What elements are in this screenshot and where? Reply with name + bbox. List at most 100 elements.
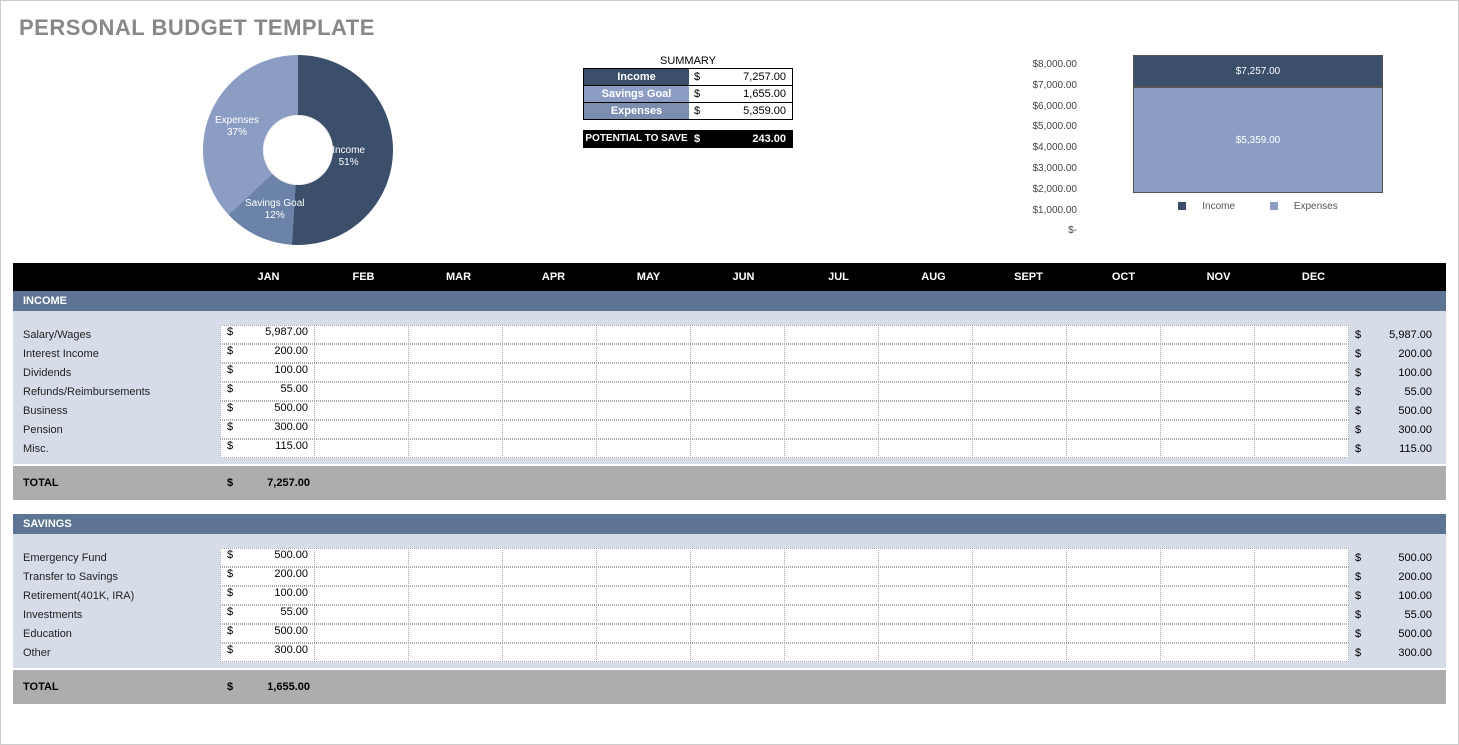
data-cell[interactable] — [690, 344, 785, 363]
data-cell[interactable] — [596, 643, 691, 662]
data-cell[interactable] — [1160, 344, 1255, 363]
data-cell[interactable]: $300.00 — [220, 643, 315, 662]
data-cell[interactable] — [1066, 605, 1161, 624]
data-cell[interactable] — [408, 586, 503, 605]
data-cell[interactable] — [502, 363, 597, 382]
data-cell[interactable] — [690, 586, 785, 605]
data-cell[interactable] — [408, 344, 503, 363]
data-cell[interactable] — [408, 624, 503, 643]
data-cell[interactable]: $500.00 — [220, 548, 315, 567]
data-cell[interactable] — [1066, 382, 1161, 401]
data-cell[interactable] — [1254, 586, 1349, 605]
data-cell[interactable] — [878, 439, 973, 458]
data-cell[interactable]: $100.00 — [220, 363, 315, 382]
data-cell[interactable] — [408, 439, 503, 458]
data-cell[interactable] — [1160, 401, 1255, 420]
data-cell[interactable] — [972, 401, 1067, 420]
data-cell[interactable] — [878, 325, 973, 344]
data-cell[interactable] — [972, 439, 1067, 458]
data-cell[interactable] — [502, 325, 597, 344]
data-cell[interactable] — [1254, 548, 1349, 567]
data-cell[interactable] — [502, 643, 597, 662]
data-cell[interactable] — [314, 624, 409, 643]
data-cell[interactable] — [1066, 586, 1161, 605]
data-cell[interactable] — [972, 363, 1067, 382]
data-cell[interactable] — [1160, 548, 1255, 567]
data-cell[interactable] — [690, 567, 785, 586]
data-cell[interactable] — [596, 382, 691, 401]
data-cell[interactable] — [502, 382, 597, 401]
data-cell[interactable] — [314, 401, 409, 420]
data-cell[interactable] — [1254, 624, 1349, 643]
data-cell[interactable] — [1160, 586, 1255, 605]
data-cell[interactable] — [1160, 325, 1255, 344]
data-cell[interactable] — [878, 363, 973, 382]
data-cell[interactable] — [1254, 439, 1349, 458]
data-cell[interactable] — [1254, 344, 1349, 363]
data-cell[interactable]: $500.00 — [220, 624, 315, 643]
data-cell[interactable] — [1160, 439, 1255, 458]
data-cell[interactable] — [1254, 567, 1349, 586]
data-cell[interactable] — [972, 567, 1067, 586]
data-cell[interactable] — [784, 401, 879, 420]
data-cell[interactable] — [1066, 643, 1161, 662]
data-cell[interactable] — [690, 401, 785, 420]
data-cell[interactable] — [1066, 363, 1161, 382]
data-cell[interactable] — [596, 605, 691, 624]
data-cell[interactable] — [502, 624, 597, 643]
data-cell[interactable]: $200.00 — [220, 567, 315, 586]
data-cell[interactable] — [690, 325, 785, 344]
data-cell[interactable] — [972, 344, 1067, 363]
data-cell[interactable]: $55.00 — [220, 605, 315, 624]
data-cell[interactable] — [1066, 420, 1161, 439]
data-cell[interactable] — [314, 325, 409, 344]
data-cell[interactable] — [408, 401, 503, 420]
data-cell[interactable] — [314, 382, 409, 401]
data-cell[interactable] — [972, 586, 1067, 605]
data-cell[interactable] — [596, 363, 691, 382]
data-cell[interactable] — [1254, 420, 1349, 439]
data-cell[interactable] — [596, 401, 691, 420]
data-cell[interactable] — [784, 363, 879, 382]
data-cell[interactable] — [502, 420, 597, 439]
data-cell[interactable] — [878, 420, 973, 439]
data-cell[interactable] — [784, 382, 879, 401]
data-cell[interactable] — [502, 567, 597, 586]
data-cell[interactable] — [314, 363, 409, 382]
data-cell[interactable] — [408, 605, 503, 624]
data-cell[interactable] — [784, 439, 879, 458]
data-cell[interactable] — [1160, 382, 1255, 401]
data-cell[interactable] — [1160, 363, 1255, 382]
data-cell[interactable] — [408, 548, 503, 567]
data-cell[interactable] — [314, 439, 409, 458]
data-cell[interactable] — [314, 567, 409, 586]
data-cell[interactable] — [596, 325, 691, 344]
data-cell[interactable] — [690, 605, 785, 624]
data-cell[interactable] — [690, 624, 785, 643]
data-cell[interactable] — [690, 382, 785, 401]
data-cell[interactable] — [1160, 420, 1255, 439]
data-cell[interactable] — [972, 605, 1067, 624]
data-cell[interactable] — [1066, 325, 1161, 344]
data-cell[interactable] — [408, 363, 503, 382]
data-cell[interactable] — [784, 624, 879, 643]
data-cell[interactable] — [784, 605, 879, 624]
data-cell[interactable] — [972, 643, 1067, 662]
data-cell[interactable] — [1160, 624, 1255, 643]
data-cell[interactable] — [878, 624, 973, 643]
data-cell[interactable] — [502, 344, 597, 363]
data-cell[interactable] — [314, 344, 409, 363]
data-cell[interactable] — [878, 643, 973, 662]
data-cell[interactable]: $500.00 — [220, 401, 315, 420]
data-cell[interactable] — [1066, 439, 1161, 458]
data-cell[interactable] — [784, 344, 879, 363]
data-cell[interactable] — [596, 344, 691, 363]
data-cell[interactable] — [502, 605, 597, 624]
data-cell[interactable] — [690, 363, 785, 382]
data-cell[interactable] — [690, 420, 785, 439]
data-cell[interactable] — [1254, 382, 1349, 401]
data-cell[interactable] — [502, 439, 597, 458]
data-cell[interactable] — [596, 548, 691, 567]
data-cell[interactable] — [690, 548, 785, 567]
data-cell[interactable] — [1066, 548, 1161, 567]
